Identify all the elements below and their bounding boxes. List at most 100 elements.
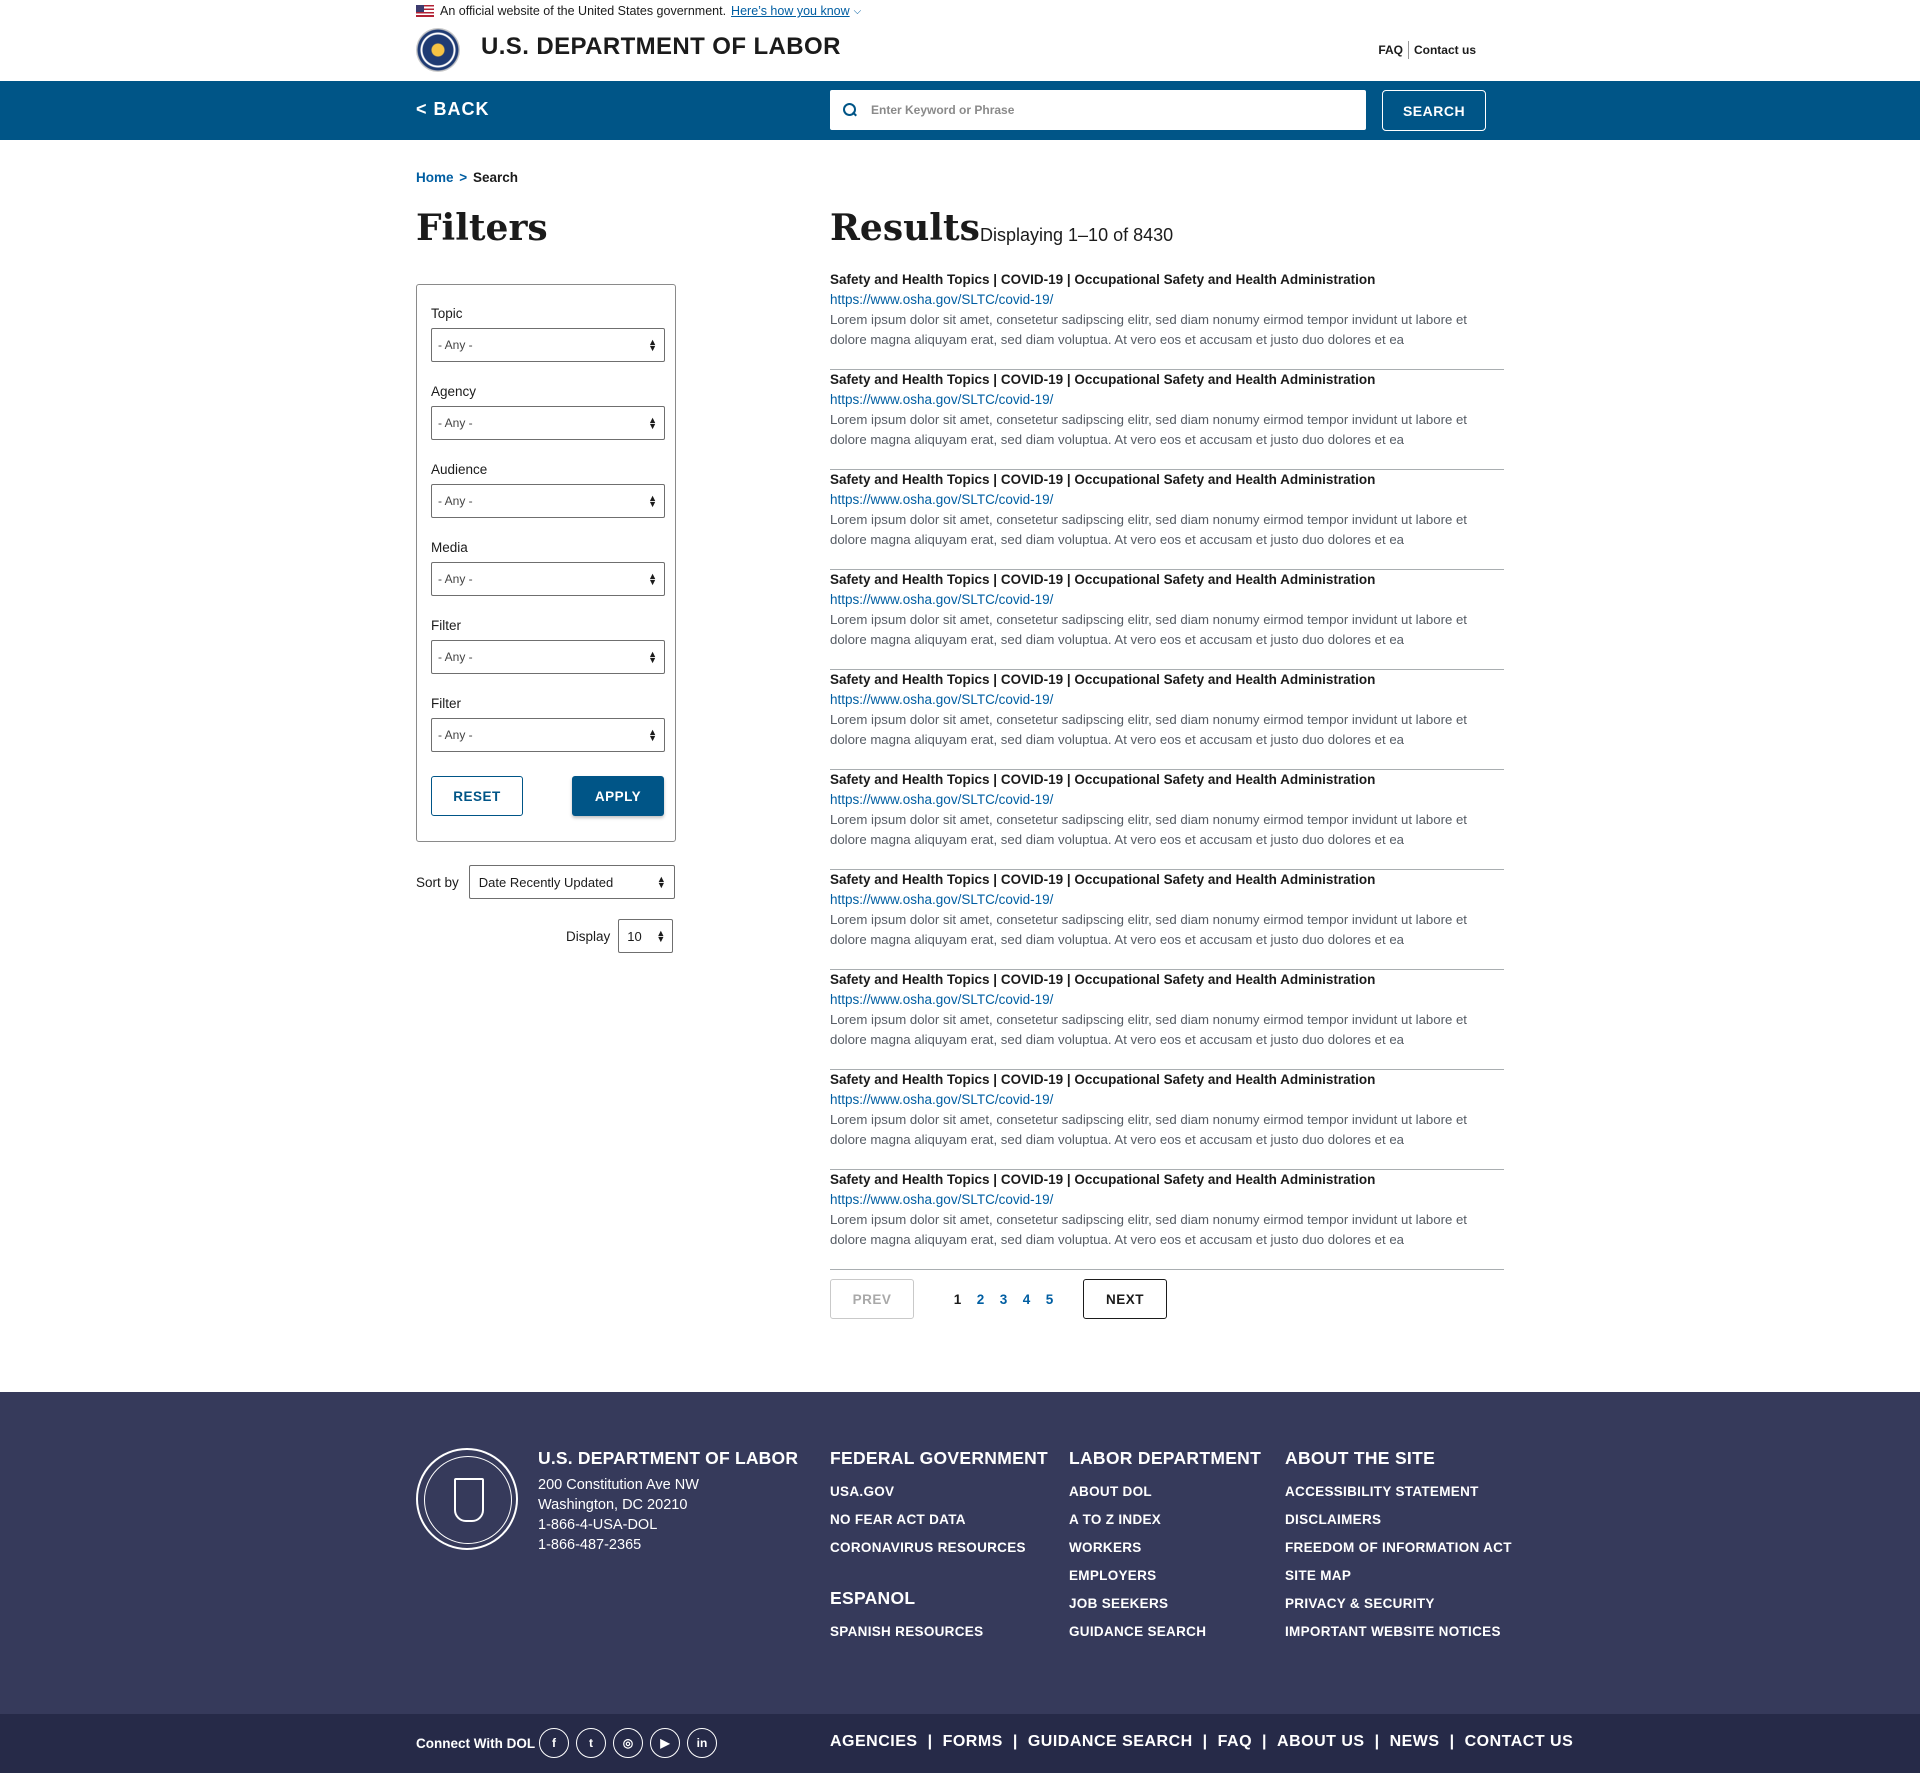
footer-link[interactable]: ABOUT DOL — [1069, 1478, 1261, 1506]
result-title[interactable]: Safety and Health Topics | COVID-19 | Oc… — [830, 770, 1504, 790]
bottom-nav-forms[interactable]: FORMS — [943, 1733, 1003, 1751]
footer-link[interactable]: A TO Z INDEX — [1069, 1506, 1261, 1534]
page-link-4[interactable]: 4 — [1015, 1292, 1038, 1307]
search-bar: < BACK SEARCH — [0, 81, 1920, 140]
audience-select[interactable]: - Any - ▲ ▼ — [431, 484, 665, 518]
result-title[interactable]: Safety and Health Topics | COVID-19 | Oc… — [830, 470, 1504, 490]
footer-col-title: ABOUT THE SITE — [1285, 1448, 1436, 1468]
result-description: Lorem ipsum dolor sit amet, consetetur s… — [830, 1212, 1467, 1247]
results-list: Safety and Health Topics | COVID-19 | Oc… — [830, 270, 1504, 1270]
sort-arrows-icon: ▲ ▼ — [656, 928, 666, 944]
footer-link[interactable]: PRIVACY & SECURITY — [1285, 1590, 1512, 1618]
footer-link[interactable]: CORONAVIRUS RESOURCES — [830, 1534, 1048, 1562]
footer-link[interactable]: EMPLOYERS — [1069, 1562, 1261, 1590]
facebook-icon[interactable]: f — [539, 1728, 569, 1758]
breadcrumb-home-link[interactable]: Home — [416, 170, 454, 185]
select-value: - Any - — [438, 416, 473, 430]
result-url[interactable]: https://www.osha.gov/SLTC/covid-19/ — [830, 690, 1504, 710]
sort-select[interactable]: Date Recently Updated ▲ ▼ — [468, 865, 675, 899]
result-title[interactable]: Safety and Health Topics | COVID-19 | Oc… — [830, 570, 1504, 590]
result-item: Safety and Health Topics | COVID-19 | Oc… — [830, 670, 1504, 770]
youtube-icon[interactable]: ▶ — [650, 1728, 680, 1758]
page-link-5[interactable]: 5 — [1038, 1292, 1061, 1307]
twitter-icon[interactable]: t — [576, 1728, 606, 1758]
filter-label: Agency — [431, 384, 477, 399]
us-flag-icon — [416, 5, 434, 17]
page-link-2[interactable]: 2 — [969, 1292, 992, 1307]
how-you-know-link[interactable]: Here’s how you know — [731, 4, 850, 18]
footer-link[interactable]: WORKERS — [1069, 1534, 1261, 1562]
footer-link[interactable]: NO FEAR ACT DATA — [830, 1506, 1048, 1534]
sort-arrows-icon: ▲ ▼ — [648, 571, 657, 587]
topic-select[interactable]: - Any - ▲ ▼ — [431, 328, 665, 362]
chevron-down-icon[interactable]: ⌵ — [854, 6, 862, 17]
result-description: Lorem ipsum dolor sit amet, consetetur s… — [830, 412, 1467, 447]
prev-button[interactable]: PREV — [830, 1279, 914, 1319]
footer-address-line: Washington, DC 20210 — [538, 1497, 688, 1513]
page-link-1[interactable]: 1 — [946, 1292, 969, 1307]
result-title[interactable]: Safety and Health Topics | COVID-19 | Oc… — [830, 370, 1504, 390]
faq-link[interactable]: FAQ — [1378, 43, 1403, 57]
result-title[interactable]: Safety and Health Topics | COVID-19 | Oc… — [830, 1170, 1504, 1190]
bottom-nav-news[interactable]: NEWS — [1390, 1733, 1440, 1751]
footer-link[interactable]: DISCLAIMERS — [1285, 1506, 1512, 1534]
dol-seal-logo[interactable] — [416, 1448, 518, 1550]
result-url[interactable]: https://www.osha.gov/SLTC/covid-19/ — [830, 1190, 1504, 1210]
result-url[interactable]: https://www.osha.gov/SLTC/covid-19/ — [830, 990, 1504, 1010]
result-item: Safety and Health Topics | COVID-19 | Oc… — [830, 870, 1504, 970]
result-item: Safety and Health Topics | COVID-19 | Oc… — [830, 770, 1504, 870]
sub-footer: Connect With DOL f t ◎ ▶ in AGENCIES | FO… — [0, 1714, 1920, 1773]
linkedin-icon[interactable]: in — [687, 1728, 717, 1758]
site-title[interactable]: U.S. DEPARTMENT OF LABOR — [481, 33, 841, 61]
result-title[interactable]: Safety and Health Topics | COVID-19 | Oc… — [830, 270, 1504, 290]
result-url[interactable]: https://www.osha.gov/SLTC/covid-19/ — [830, 890, 1504, 910]
footer-link[interactable]: SPANISH RESOURCES — [830, 1618, 983, 1646]
footer-org-name: U.S. DEPARTMENT OF LABOR — [538, 1448, 799, 1468]
search-input-wrapper[interactable] — [830, 90, 1366, 130]
bottom-nav-faq[interactable]: FAQ — [1218, 1733, 1252, 1751]
result-url[interactable]: https://www.osha.gov/SLTC/covid-19/ — [830, 390, 1504, 410]
result-item: Safety and Health Topics | COVID-19 | Oc… — [830, 270, 1504, 370]
footer-link[interactable]: USA.GOV — [830, 1478, 1048, 1506]
footer-link[interactable]: SITE MAP — [1285, 1562, 1512, 1590]
bottom-nav-agencies[interactable]: AGENCIES — [830, 1733, 918, 1751]
result-url[interactable]: https://www.osha.gov/SLTC/covid-19/ — [830, 790, 1504, 810]
back-link[interactable]: < BACK — [416, 99, 490, 120]
contact-us-link[interactable]: Contact us — [1414, 43, 1476, 57]
dol-seal-logo[interactable] — [416, 28, 460, 72]
result-url[interactable]: https://www.osha.gov/SLTC/covid-19/ — [830, 1090, 1504, 1110]
display-select[interactable]: 10 ▲ ▼ — [618, 919, 674, 953]
bottom-nav-about-us[interactable]: ABOUT US — [1277, 1733, 1365, 1751]
result-title[interactable]: Safety and Health Topics | COVID-19 | Oc… — [830, 870, 1504, 890]
bottom-nav-guidance-search[interactable]: GUIDANCE SEARCH — [1028, 1733, 1193, 1751]
footer-link[interactable]: FREEDOM OF INFORMATION ACT — [1285, 1534, 1512, 1562]
apply-button[interactable]: APPLY — [572, 776, 664, 816]
footer-link[interactable]: JOB SEEKERS — [1069, 1590, 1261, 1618]
filter-label: Filter — [431, 696, 461, 711]
next-button[interactable]: NEXT — [1083, 1279, 1167, 1319]
sort-arrows-icon: ▲ ▼ — [656, 874, 666, 890]
footer-link[interactable]: GUIDANCE SEARCH — [1069, 1618, 1261, 1646]
result-title[interactable]: Safety and Health Topics | COVID-19 | Oc… — [830, 970, 1504, 990]
result-url[interactable]: https://www.osha.gov/SLTC/covid-19/ — [830, 590, 1504, 610]
filter-select-1[interactable]: - Any - ▲ ▼ — [431, 640, 665, 674]
utility-nav: FAQ Contact us — [1378, 41, 1476, 59]
media-select[interactable]: - Any - ▲ ▼ — [431, 562, 665, 596]
page-link-3[interactable]: 3 — [992, 1292, 1015, 1307]
result-url[interactable]: https://www.osha.gov/SLTC/covid-19/ — [830, 490, 1504, 510]
search-button[interactable]: SEARCH — [1382, 90, 1486, 131]
result-description: Lorem ipsum dolor sit amet, consetetur s… — [830, 812, 1467, 847]
reset-button[interactable]: RESET — [431, 776, 523, 816]
divider: | — [1202, 1733, 1208, 1750]
search-input[interactable] — [871, 103, 1351, 117]
filter-select-2[interactable]: - Any - ▲ ▼ — [431, 718, 665, 752]
result-url[interactable]: https://www.osha.gov/SLTC/covid-19/ — [830, 290, 1504, 310]
agency-select[interactable]: - Any - ▲ ▼ — [431, 406, 665, 440]
footer-link[interactable]: ACCESSIBILITY STATEMENT — [1285, 1478, 1512, 1506]
footer-link[interactable]: IMPORTANT WEBSITE NOTICES — [1285, 1618, 1512, 1646]
result-title[interactable]: Safety and Health Topics | COVID-19 | Oc… — [830, 670, 1504, 690]
result-item: Safety and Health Topics | COVID-19 | Oc… — [830, 970, 1504, 1070]
instagram-icon[interactable]: ◎ — [613, 1728, 643, 1758]
bottom-nav-contact-us[interactable]: CONTACT US — [1465, 1733, 1574, 1751]
result-title[interactable]: Safety and Health Topics | COVID-19 | Oc… — [830, 1070, 1504, 1090]
